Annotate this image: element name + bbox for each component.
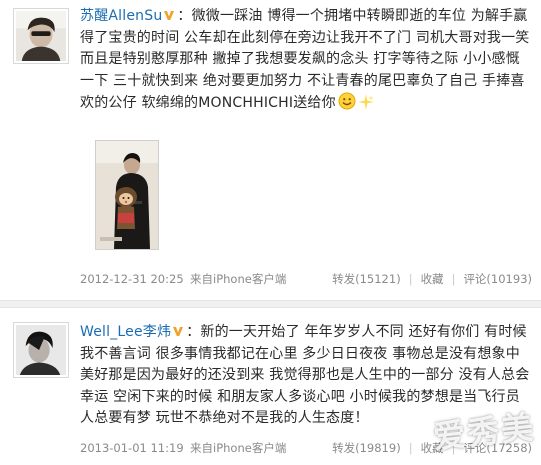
avatar[interactable] [13, 322, 69, 378]
verified-v-icon [163, 9, 175, 21]
favorite-button[interactable]: 收藏 [421, 272, 444, 286]
smile-emoji-icon [338, 92, 356, 118]
post-actions: 转发(19819) | 收藏 | 评论(17258) [332, 439, 532, 457]
weibo-post: 苏醒AllenSu ：微微一踩油 博得一个拥堵中转瞬即逝的车位 为解手赢得了宝贵的… [0, 0, 541, 300]
post-photo[interactable] [95, 140, 159, 250]
weibo-post: Well_Lee李炜 ：新的一天开始了 年年岁岁人不同 还好有你们 有时候我不善言… [0, 308, 541, 465]
avatar-image [16, 325, 66, 375]
post-actions: 转发(15121) | 收藏 | 评论(10193) [332, 270, 532, 288]
divider: | [451, 441, 456, 455]
repost-button[interactable]: 转发(15121) [332, 272, 401, 286]
post-content: Well_Lee李炜 ：新的一天开始了 年年岁岁人不同 还好有你们 有时候我不善言… [80, 322, 532, 430]
sparkle-emoji-icon [357, 94, 374, 118]
post-time-link[interactable]: 2013-01-01 11:19 [80, 439, 184, 457]
divider: | [451, 272, 456, 286]
post-meta: 2012-12-31 20:25 来自iPhone客户端 转发(15121) | 收… [80, 270, 532, 288]
username-link[interactable]: 苏醒AllenSu [80, 8, 162, 24]
post-time-link[interactable]: 2012-12-31 20:25 [80, 270, 184, 288]
divider: | [408, 272, 413, 286]
comment-button[interactable]: 评论(17258) [463, 441, 532, 455]
photo-image [96, 141, 158, 249]
avatar[interactable] [13, 8, 69, 64]
post-source: 来自iPhone客户端 [190, 272, 287, 286]
username-link[interactable]: Well_Lee李炜 [80, 324, 171, 340]
avatar-image [16, 11, 66, 61]
divider: | [408, 441, 413, 455]
verified-v-icon [172, 325, 184, 337]
favorite-button[interactable]: 收藏 [421, 441, 444, 455]
comment-button[interactable]: 评论(10193) [463, 272, 532, 286]
post-separator [0, 300, 541, 308]
post-source: 来自iPhone客户端 [190, 441, 287, 455]
post-meta: 2013-01-01 11:19 来自iPhone客户端 转发(19819) | 收… [80, 439, 532, 457]
repost-button[interactable]: 转发(19819) [332, 441, 401, 455]
post-content: 苏醒AllenSu ：微微一踩油 博得一个拥堵中转瞬即逝的车位 为解手赢得了宝贵的… [80, 6, 532, 118]
